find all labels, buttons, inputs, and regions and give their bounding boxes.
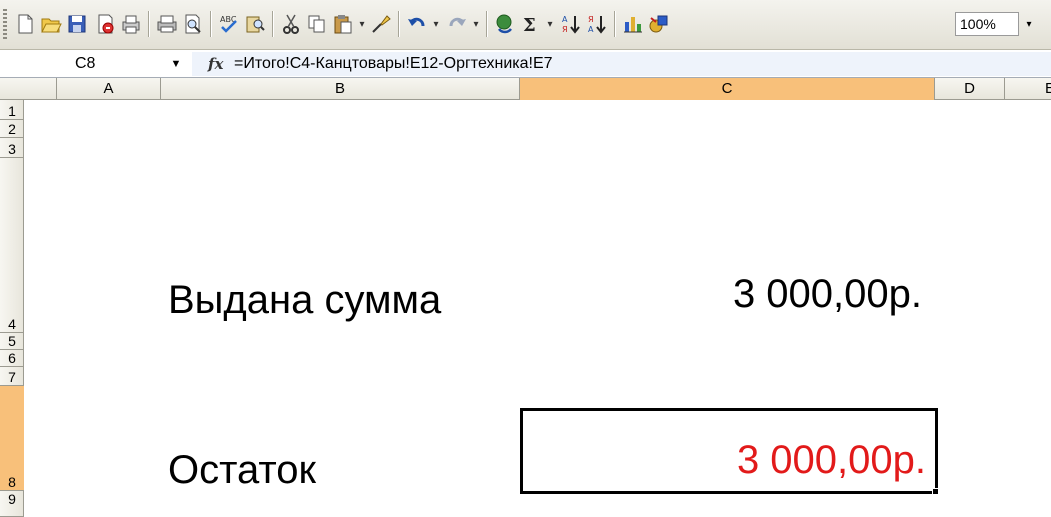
sort-descending-icon[interactable]: ЯА bbox=[584, 10, 610, 38]
svg-text:А: А bbox=[588, 25, 594, 34]
svg-text:Я: Я bbox=[562, 25, 568, 34]
row-header-4[interactable]: 4 bbox=[0, 158, 24, 333]
paste-icon[interactable] bbox=[330, 10, 356, 38]
zoom-box[interactable]: 100% bbox=[955, 12, 1019, 36]
open-icon[interactable] bbox=[38, 10, 64, 38]
column-header-d[interactable]: D bbox=[935, 78, 1005, 100]
column-headers: A B C D E bbox=[0, 78, 1051, 100]
row-header-9[interactable]: 9 bbox=[0, 491, 24, 517]
toolbar-separator bbox=[398, 11, 399, 37]
column-header-c[interactable]: C bbox=[520, 78, 935, 100]
redo-dropdown-icon[interactable]: ▾ bbox=[470, 10, 482, 38]
row-header-3[interactable]: 3 bbox=[0, 138, 24, 158]
new-icon[interactable] bbox=[12, 10, 38, 38]
row-header-2[interactable]: 2 bbox=[0, 120, 24, 138]
svg-text:Σ: Σ bbox=[523, 15, 536, 36]
zoom-dropdown-icon[interactable]: ▾ bbox=[1019, 12, 1039, 36]
autosum-dropdown-icon[interactable]: ▾ bbox=[544, 10, 556, 38]
toolbar-separator bbox=[148, 11, 149, 37]
row-header-6[interactable]: 6 bbox=[0, 350, 24, 367]
row-header-8[interactable]: 8 bbox=[0, 386, 24, 491]
svg-text:Я: Я bbox=[588, 15, 594, 24]
cell-b8[interactable]: Остаток bbox=[168, 446, 316, 494]
toolbar-grip[interactable] bbox=[3, 9, 7, 39]
print-preview-icon[interactable] bbox=[118, 10, 144, 38]
print-icon[interactable] bbox=[154, 10, 180, 38]
cell-c8[interactable]: 3 000,00р. bbox=[560, 436, 926, 484]
research-icon[interactable] bbox=[242, 10, 268, 38]
copy-icon[interactable] bbox=[304, 10, 330, 38]
format-painter-icon[interactable] bbox=[368, 10, 394, 38]
name-box-dropdown-icon[interactable]: ▼ bbox=[162, 52, 190, 76]
standard-toolbar: ABC ▾ ▾ ▾ Σ ▾ АЯ ЯА 100% ▾ bbox=[0, 0, 1051, 50]
cell-b4[interactable]: Выдана сумма bbox=[168, 276, 441, 324]
formula-text[interactable]: =Итого!C4-Канцтовары!E12-Оргтехника!E7 bbox=[234, 52, 553, 76]
chart-wizard-icon[interactable] bbox=[620, 10, 646, 38]
toolbar-separator bbox=[486, 11, 487, 37]
preview-icon[interactable] bbox=[180, 10, 206, 38]
paste-dropdown-icon[interactable]: ▾ bbox=[356, 10, 368, 38]
cell-c4[interactable]: 3 000,00р. bbox=[560, 270, 922, 318]
spelling-icon[interactable]: ABC bbox=[216, 10, 242, 38]
column-header-a[interactable]: A bbox=[57, 78, 161, 100]
select-all-corner[interactable] bbox=[0, 78, 57, 100]
svg-text:А: А bbox=[562, 15, 568, 24]
toolbar-separator bbox=[210, 11, 211, 37]
row-headers: 1 2 3 4 5 6 7 8 9 bbox=[0, 100, 24, 517]
permission-icon[interactable] bbox=[92, 10, 118, 38]
column-header-b[interactable]: B bbox=[161, 78, 520, 100]
autosum-icon[interactable]: Σ bbox=[518, 10, 544, 38]
insert-function-icon[interactable]: fx bbox=[208, 52, 230, 76]
hyperlink-icon[interactable] bbox=[492, 10, 518, 38]
toolbar-separator bbox=[272, 11, 273, 37]
row-header-5[interactable]: 5 bbox=[0, 333, 24, 350]
formula-bar: C8 ▼ fx =Итого!C4-Канцтовары!E12-Оргтехн… bbox=[0, 50, 1051, 78]
name-box[interactable]: C8 bbox=[0, 52, 160, 76]
cut-icon[interactable] bbox=[278, 10, 304, 38]
row-header-7[interactable]: 7 bbox=[0, 367, 24, 386]
column-header-e[interactable]: E bbox=[1005, 78, 1051, 100]
toolbar-separator bbox=[614, 11, 615, 37]
undo-dropdown-icon[interactable]: ▾ bbox=[430, 10, 442, 38]
row-header-1[interactable]: 1 bbox=[0, 100, 24, 120]
redo-icon[interactable] bbox=[444, 10, 470, 38]
sort-ascending-icon[interactable]: АЯ bbox=[558, 10, 584, 38]
fill-handle[interactable] bbox=[932, 488, 939, 495]
undo-icon[interactable] bbox=[404, 10, 430, 38]
drawing-icon[interactable] bbox=[646, 10, 672, 38]
save-icon[interactable] bbox=[64, 10, 90, 38]
